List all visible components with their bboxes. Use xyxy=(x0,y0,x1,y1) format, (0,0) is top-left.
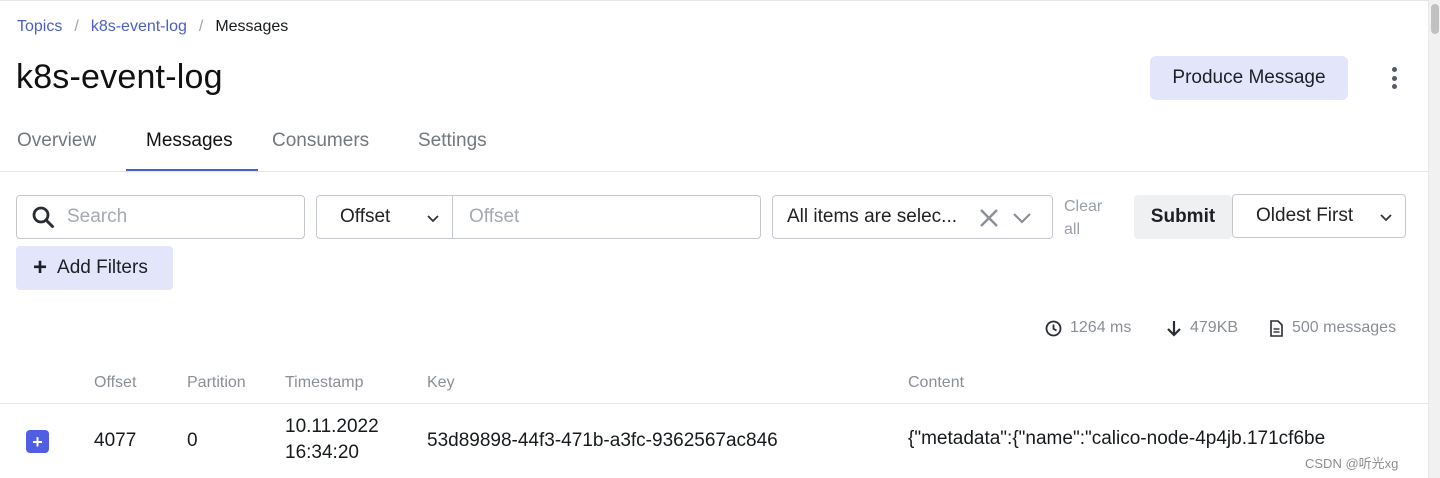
cell-key: 53d89898-44f3-471b-a3fc-9362567ac846 xyxy=(427,430,778,451)
cell-content: {"metadata":{"name":"calico-node-4p4jb.1… xyxy=(908,428,1326,449)
chevron-down-icon xyxy=(1380,214,1392,222)
search-icon xyxy=(32,206,54,228)
tab-bar: Overview Messages Consumers Settings xyxy=(0,120,1428,172)
kebab-menu-icon[interactable] xyxy=(1384,64,1404,92)
cell-timestamp-time: 16:34:20 xyxy=(285,442,359,463)
vertical-scrollbar[interactable] xyxy=(1428,0,1440,478)
active-tab-indicator xyxy=(126,169,258,171)
scrollbar-thumb[interactable] xyxy=(1431,4,1439,34)
kebab-dot xyxy=(1391,75,1397,81)
kebab-dot xyxy=(1391,84,1397,89)
messages-table-header: Offset Partition Timestamp Key Content xyxy=(0,362,1428,404)
clear-all-line1: Clear xyxy=(1064,198,1103,215)
plus-square-icon[interactable]: + xyxy=(26,430,49,453)
stat-messages-value: 500 messages xyxy=(1292,319,1397,336)
add-filters-label: Add Filters xyxy=(57,257,148,278)
tab-settings[interactable]: Settings xyxy=(418,130,487,171)
search-box[interactable] xyxy=(16,195,305,239)
breadcrumb-topics-link[interactable]: Topics xyxy=(17,18,62,36)
produce-message-button[interactable]: Produce Message xyxy=(1150,56,1348,100)
breadcrumb-current: Messages xyxy=(215,18,289,35)
close-icon[interactable] xyxy=(978,207,1000,229)
arrow-down-icon xyxy=(1167,320,1181,337)
cell-timestamp-date: 10.11.2022 xyxy=(285,416,379,437)
sort-order-value: Oldest First xyxy=(1256,205,1354,226)
tab-consumers[interactable]: Consumers xyxy=(272,130,369,171)
search-input[interactable] xyxy=(67,206,287,228)
column-header-key: Key xyxy=(427,374,455,391)
page-title: k8s-event-log xyxy=(16,58,223,96)
submit-button[interactable]: Submit xyxy=(1134,195,1232,239)
file-icon xyxy=(1270,319,1283,337)
clock-icon xyxy=(1045,320,1062,336)
breadcrumb-separator: / xyxy=(74,18,79,35)
tab-overview[interactable]: Overview xyxy=(17,130,96,171)
column-header-content: Content xyxy=(908,374,965,391)
cell-offset: 4077 xyxy=(94,430,137,451)
chevron-down-icon xyxy=(1013,213,1031,224)
seek-type-value: Offset xyxy=(340,206,391,227)
breadcrumb-topic-link[interactable]: k8s-event-log xyxy=(91,18,187,36)
breadcrumb: Topics / k8s-event-log / Messages xyxy=(17,18,288,36)
chevron-down-icon xyxy=(427,215,439,223)
cell-partition: 0 xyxy=(187,430,198,451)
partitions-select-value: All items are selec... xyxy=(787,206,957,227)
plus-icon: + xyxy=(33,254,48,281)
stat-elapsed: 1264 ms xyxy=(1045,319,1131,337)
column-header-timestamp: Timestamp xyxy=(285,374,364,391)
table-row[interactable]: + 4077 0 10.11.2022 16:34:20 53d89898-44… xyxy=(0,404,1428,478)
stat-messages: 500 messages xyxy=(1269,319,1396,337)
clear-all-link[interactable]: Clear all xyxy=(1064,195,1124,241)
stat-elapsed-value: 1264 ms xyxy=(1070,319,1132,336)
clear-all-line2: all xyxy=(1064,221,1081,238)
offset-input[interactable] xyxy=(453,195,761,239)
watermark: CSDN @听光xg xyxy=(1305,456,1399,471)
add-filters-button[interactable]: + Add Filters xyxy=(16,246,173,290)
seek-type-select[interactable]: Offset xyxy=(316,195,453,239)
partitions-select[interactable]: All items are selec... xyxy=(772,195,1053,239)
stat-bytes-value: 479KB xyxy=(1190,319,1239,336)
breadcrumb-separator: / xyxy=(198,18,204,35)
column-header-offset: Offset xyxy=(94,374,137,391)
sort-order-select[interactable]: Oldest First xyxy=(1232,194,1406,238)
stat-bytes: 479KB xyxy=(1166,319,1238,337)
kebab-dot xyxy=(1391,67,1397,72)
column-header-partition: Partition xyxy=(187,374,246,391)
tab-messages[interactable]: Messages xyxy=(146,130,233,171)
